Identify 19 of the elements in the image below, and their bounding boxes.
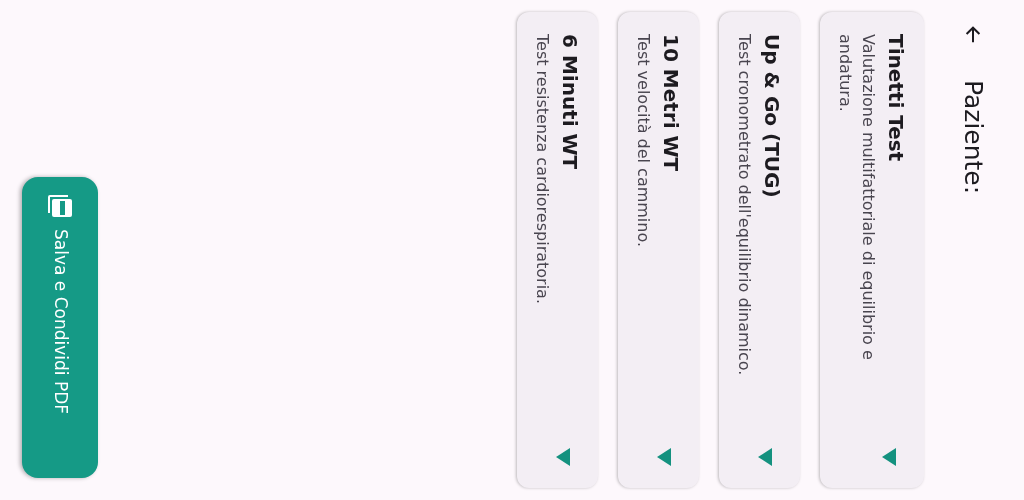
expand-triangle-icon[interactable]: [657, 448, 672, 466]
test-description: Valutazione multifattoriale di equilibrio e andatura.: [835, 34, 880, 362]
test-card[interactable]: 6 Minuti WT Test resistenza cardiorespiratoria.: [517, 12, 599, 488]
screen-title: Paziente:: [958, 80, 989, 195]
expand-triangle-icon[interactable]: [758, 448, 773, 466]
test-title: 6 Minuti WT: [557, 34, 584, 172]
test-title: 10 Metri WT: [658, 34, 685, 174]
expand-triangle-icon[interactable]: [882, 448, 897, 466]
test-title: Tinetti Test: [883, 34, 910, 164]
test-description: Test cronometrato dell'equilibrio dinamico.: [734, 34, 756, 378]
test-description: Test resistenza cardiorespiratoria.: [532, 34, 554, 306]
save-share-pdf-button[interactable]: Salva e Condividi PDF: [22, 177, 98, 478]
test-description: Test velocità del cammino.: [633, 34, 655, 250]
test-card[interactable]: Up & Go (TUG) Test cronometrato dell'equilibrio dinamico.: [719, 12, 801, 488]
test-title: Up & Go (TUG): [759, 34, 786, 200]
expand-triangle-icon[interactable]: [556, 448, 571, 466]
test-card[interactable]: Tinetti Test Valutazione multifattoriale di equilibrio e andatura.: [820, 12, 925, 488]
pdf-file-icon: [48, 195, 72, 217]
test-card[interactable]: 10 Metri WT Test velocità del cammino.: [618, 12, 700, 488]
